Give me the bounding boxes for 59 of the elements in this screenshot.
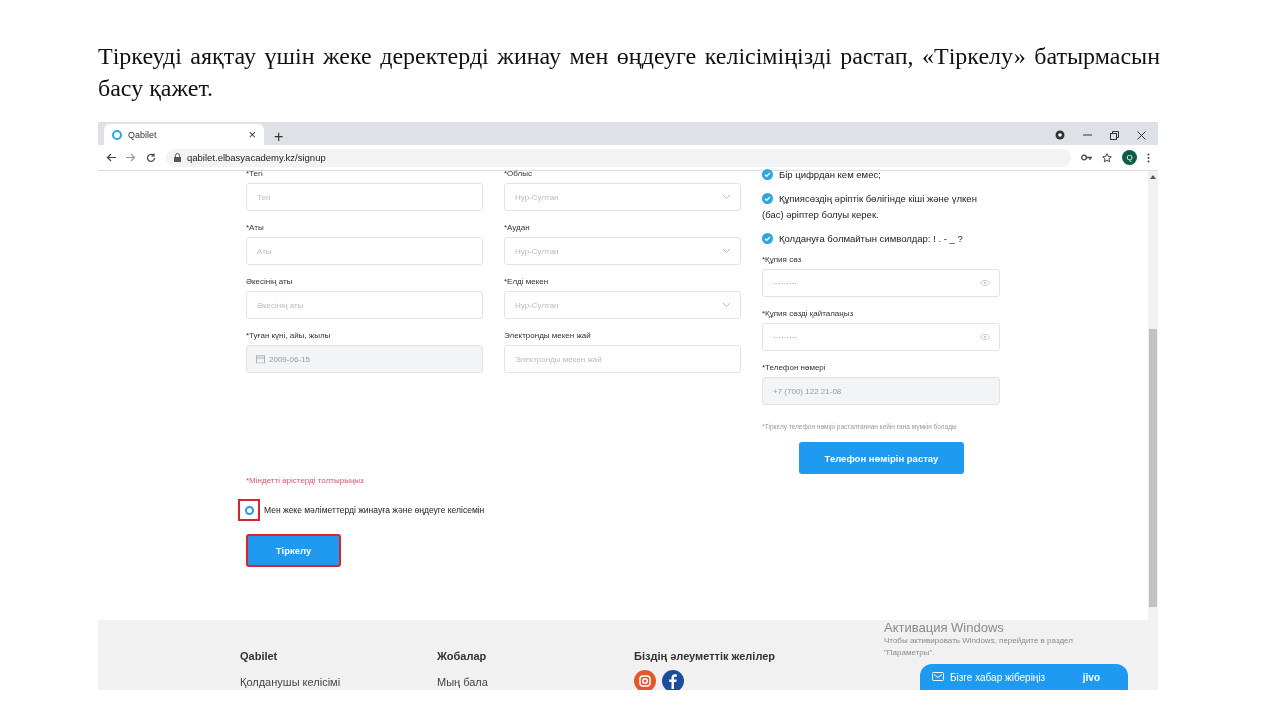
address-bar[interactable]: qabilet.elbasyacademy.kz/signup: [166, 148, 1071, 167]
input-field[interactable]: Әкесінің аты: [246, 291, 483, 319]
field-label: *Аты: [246, 222, 265, 234]
field-label: *Туған күні, айы, жылы: [246, 330, 332, 342]
new-tab-button[interactable]: +: [264, 129, 294, 145]
field-label: Әкесінің аты: [246, 276, 294, 288]
dropdown[interactable]: Нур-Султан: [504, 183, 741, 211]
field-label: *Елді мекен: [504, 276, 550, 288]
key-icon[interactable]: [1081, 154, 1092, 161]
star-icon[interactable]: [1102, 152, 1112, 163]
profile-avatar[interactable]: Q: [1122, 150, 1137, 165]
footer-heading: Qabilet: [240, 650, 279, 662]
field-label: *Құпия сөзді қайталаңыз: [762, 308, 855, 320]
dropdown[interactable]: Нур-Султан: [504, 291, 741, 319]
footer-link[interactable]: Қолданушы келісімі: [240, 676, 437, 688]
menu-icon[interactable]: [1147, 152, 1150, 163]
calendar-icon: [256, 354, 265, 364]
footer-link[interactable]: Мың бала: [437, 676, 634, 688]
password-rule: Бір цифрдан кем емес;: [762, 167, 1000, 183]
activation-text: Чтобы активировать Windows, перейдите в раздел "Параметры".: [884, 635, 1074, 659]
forward-arrow-icon[interactable]: [126, 153, 136, 162]
input-field[interactable]: Электронды мекен жай: [504, 345, 741, 373]
consent-label: Мен жеке мәліметтерді жинауға және өңдеуге келісемін: [264, 505, 485, 515]
scrollbar-thumb[interactable]: [1149, 329, 1157, 607]
field-label: *Аудан: [504, 222, 531, 234]
instruction-text: Тіркеуді аяқтау үшін жеке деректерді жинау мен өңдеуге келісіміңізді растап, «Тіркелу» батырмасын басу қажет.: [97, 42, 1160, 103]
eye-icon: [980, 279, 990, 287]
chevron-down-icon: [722, 194, 731, 200]
restore-icon[interactable]: [1110, 130, 1119, 140]
close-icon[interactable]: [1137, 130, 1146, 140]
field-label: *Облыс: [504, 168, 533, 180]
password-rule: Қолдануға болмайтын символдар: ! . - _ ?: [762, 231, 1000, 247]
field-label: Электронды мекен жай: [504, 330, 592, 342]
activation-title: Активация Windows: [884, 620, 1005, 635]
footer-heading: Біздің әлеуметтік желілер: [634, 650, 776, 662]
record-icon[interactable]: [1055, 130, 1065, 140]
chevron-down-icon: [722, 302, 731, 308]
favicon-icon: [112, 129, 122, 140]
field-label: *Тегі: [246, 168, 264, 180]
dropdown[interactable]: Нур-Султан: [504, 237, 741, 265]
browser-tab[interactable]: Qabilet ×: [104, 124, 264, 145]
consent-radio[interactable]: [238, 499, 260, 521]
field-label: *Құпия сөз: [762, 254, 803, 266]
input-field[interactable]: Тегі: [246, 183, 483, 211]
input-field[interactable]: Аты: [246, 237, 483, 265]
scroll-up-icon[interactable]: [1150, 175, 1156, 179]
lock-icon: [174, 153, 181, 162]
eye-icon: [980, 333, 990, 341]
facebook-icon[interactable]: [662, 670, 684, 690]
mail-icon: [932, 672, 944, 681]
footer-heading: Жобалар: [437, 650, 488, 662]
password-rule: Құпиясөздің әріптік бөлігінде кіші және үлкен (бас) әріптер болуы керек.: [762, 192, 978, 222]
close-tab-button[interactable]: ×: [248, 128, 256, 141]
chevron-down-icon: [722, 248, 731, 254]
back-arrow-icon[interactable]: [106, 153, 116, 162]
reload-icon[interactable]: [146, 152, 156, 163]
instagram-icon[interactable]: [634, 670, 656, 690]
required-fields-note: *Міндетті өрістерді толтырыңыз: [246, 476, 365, 485]
field-label: *Телефон нөмері: [762, 362, 827, 374]
